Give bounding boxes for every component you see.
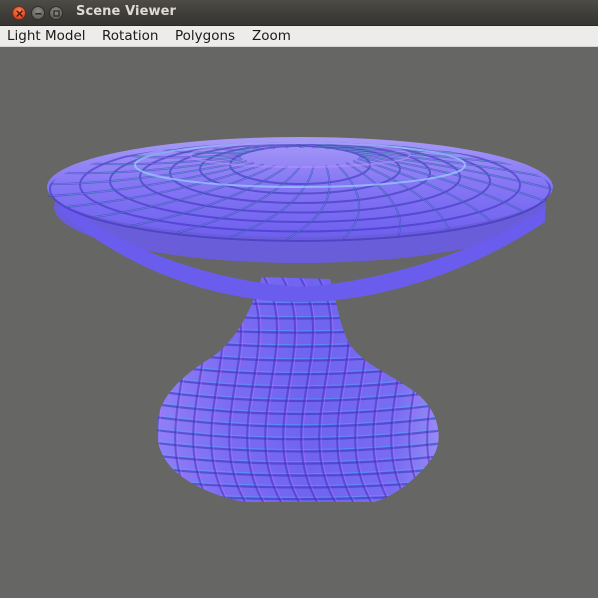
vase-top-disc (47, 137, 553, 242)
minimize-button[interactable] (31, 6, 45, 20)
close-button[interactable] (12, 6, 26, 20)
close-icon (16, 10, 23, 17)
scene-viewport[interactable] (0, 47, 598, 598)
app-window: Scene Viewer Light Model Rotation Polygo… (0, 0, 598, 598)
title-bar[interactable]: Scene Viewer (0, 0, 598, 26)
menu-polygons[interactable]: Polygons (175, 28, 235, 44)
menu-bar: Light Model Rotation Polygons Zoom (0, 26, 598, 47)
window-title: Scene Viewer (76, 4, 177, 19)
maximize-button[interactable] (49, 6, 63, 20)
menu-zoom[interactable]: Zoom (252, 28, 291, 44)
minimize-icon (35, 13, 42, 15)
vase-body (156, 277, 439, 503)
menu-light-model[interactable]: Light Model (7, 28, 86, 44)
maximize-icon (53, 10, 60, 17)
vase-mesh-render (47, 137, 553, 503)
menu-rotation[interactable]: Rotation (102, 28, 158, 44)
